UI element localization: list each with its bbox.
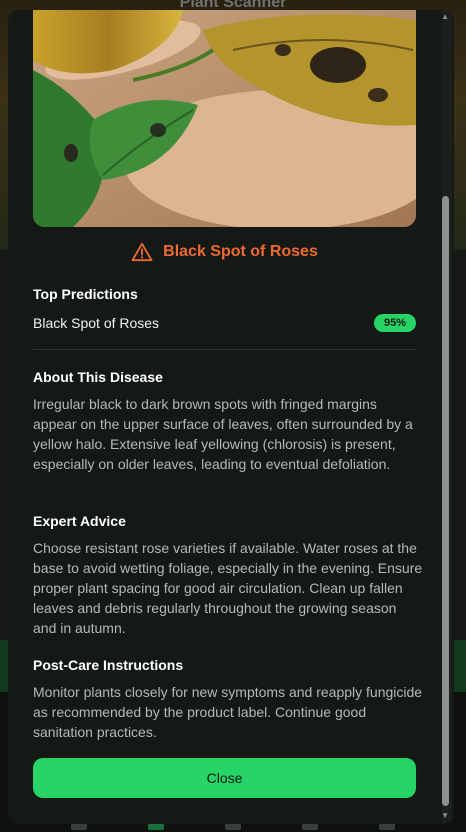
prediction-label: Black Spot of Roses bbox=[33, 315, 160, 331]
expert-advice-heading: Expert Advice bbox=[33, 513, 126, 529]
post-care-heading: Post-Care Instructions bbox=[33, 657, 184, 673]
scroll-down-arrow-icon[interactable]: ▼ bbox=[441, 811, 449, 820]
divider bbox=[33, 349, 416, 350]
modal-scrollbar[interactable]: ▲ ▼ bbox=[441, 10, 452, 824]
warning-triangle-icon bbox=[131, 242, 153, 262]
disease-title: Black Spot of Roses bbox=[163, 243, 318, 260]
post-care-text: Monitor plants closely for new symptoms … bbox=[33, 684, 423, 740]
scroll-up-arrow-icon[interactable]: ▲ bbox=[441, 12, 449, 21]
prediction-row: Black Spot of Roses 95% bbox=[33, 312, 416, 334]
leaf-photo-illustration bbox=[33, 10, 416, 227]
scroll-thumb[interactable] bbox=[442, 196, 449, 806]
disease-photo bbox=[33, 10, 416, 227]
top-predictions-heading: Top Predictions bbox=[33, 286, 138, 302]
about-disease-heading: About This Disease bbox=[33, 369, 163, 385]
close-button[interactable]: Close bbox=[33, 758, 416, 798]
disease-details-modal: Black Spot of Roses Top Predictions Blac… bbox=[8, 10, 454, 824]
confidence-badge: 95% bbox=[373, 314, 416, 332]
expert-advice-text: Choose resistant rose varieties if avail… bbox=[33, 540, 423, 636]
disease-title-row: Black Spot of Roses bbox=[33, 242, 416, 262]
about-disease-text: Irregular black to dark brown spots with… bbox=[33, 396, 413, 472]
